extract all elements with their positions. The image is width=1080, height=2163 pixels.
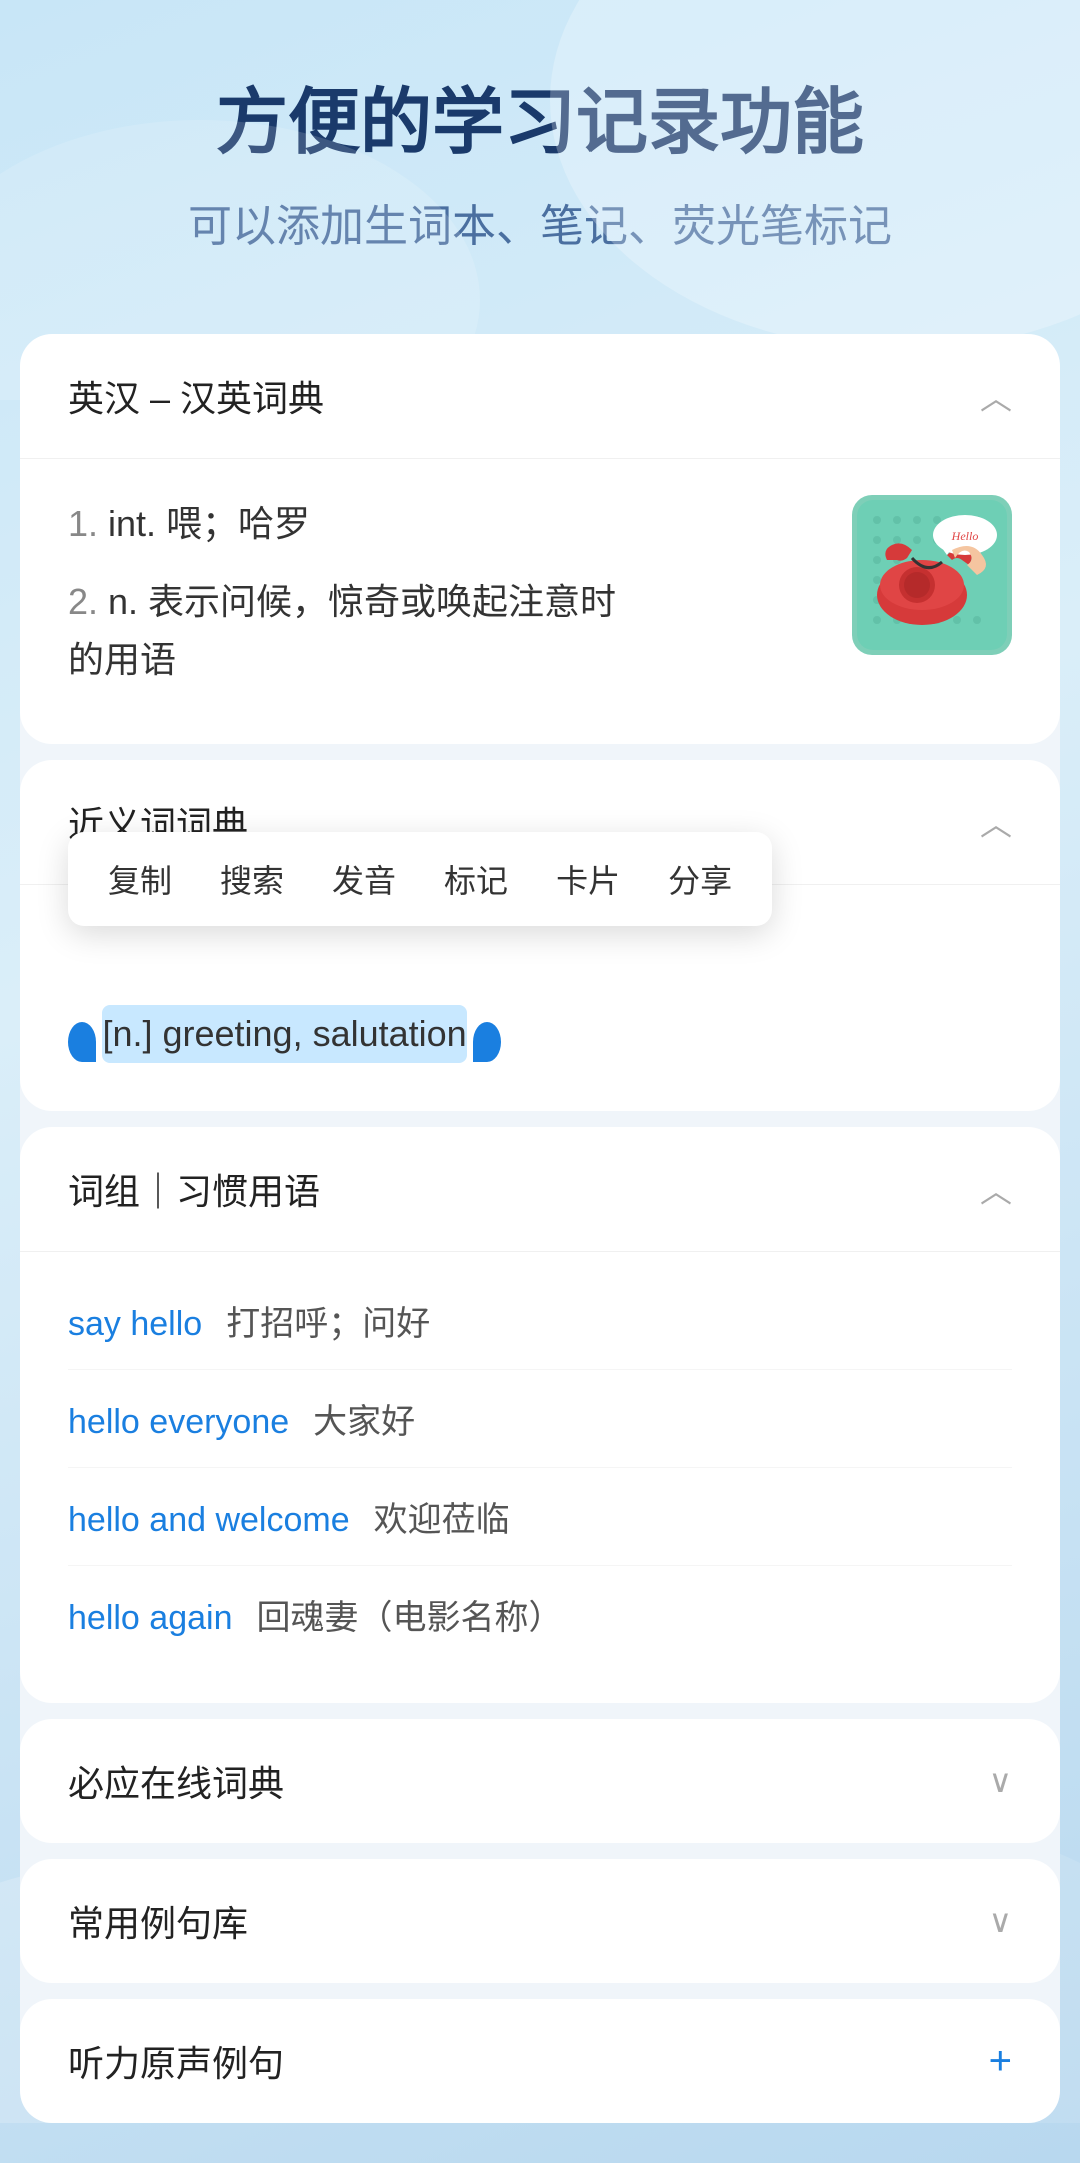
definition-content: 1. int. 喂；哈罗 2. n. 表示问候，惊奇或唤起注意时的用语 bbox=[20, 459, 1060, 744]
phrase-section: 词组｜习惯用语 ︿ say hello 打招呼；问好 hello everyon… bbox=[20, 1127, 1060, 1703]
phrase-item-hello-welcome[interactable]: hello and welcome 欢迎莅临 bbox=[68, 1468, 1012, 1566]
english-dict-section: 英汉 – 汉英词典 ︿ 1. int. 喂；哈罗 2. n. 表示问候，惊奇或唤… bbox=[20, 334, 1060, 744]
context-menu-share[interactable]: 分享 bbox=[668, 856, 732, 902]
context-menu-mark[interactable]: 标记 bbox=[444, 856, 508, 902]
example-header[interactable]: 常用例句库 ∨ bbox=[20, 1859, 1060, 1983]
main-title: 方便的学习记录功能 bbox=[60, 80, 1020, 166]
synonym-chevron-up-icon: ︿ bbox=[980, 799, 1012, 845]
header-section: 方便的学习记录功能 可以添加生词本、笔记、荧光笔标记 bbox=[0, 0, 1080, 314]
definition-item-2: 2. n. 表示问候，惊奇或唤起注意时的用语 bbox=[68, 573, 828, 688]
sub-title: 可以添加生词本、笔记、荧光笔标记 bbox=[60, 190, 1020, 254]
hello-image: Hello bbox=[852, 495, 1012, 655]
phrase-en-hello-everyone: hello everyone bbox=[68, 1403, 289, 1442]
synonym-section: 近义词词典 ︿ 复制 搜索 发音 标记 卡片 分享 [n.] greeting,… bbox=[20, 760, 1060, 1111]
text-cursor-right bbox=[473, 1022, 501, 1062]
phrase-zh-hello-again: 回魂妻（电影名称） bbox=[256, 1590, 562, 1639]
text-cursor-left bbox=[68, 1022, 96, 1062]
phrase-item-hello-again[interactable]: hello again 回魂妻（电影名称） bbox=[68, 1566, 1012, 1663]
phrase-zh-hello-welcome: 欢迎莅临 bbox=[374, 1492, 510, 1541]
phrase-en-say-hello: say hello bbox=[68, 1305, 202, 1344]
listening-title: 听力原声例句 bbox=[68, 2035, 284, 2087]
english-dict-chevron-up-icon: ︿ bbox=[980, 373, 1012, 419]
phrase-chevron-up-icon: ︿ bbox=[980, 1166, 1012, 1212]
example-chevron-down-icon: ∨ bbox=[989, 1902, 1012, 1940]
listening-section: 听力原声例句 + bbox=[20, 1999, 1060, 2123]
bidu-dict-chevron-down-icon: ∨ bbox=[989, 1762, 1012, 1800]
context-menu-pronounce[interactable]: 发音 bbox=[332, 856, 396, 902]
bidu-dict-header[interactable]: 必应在线词典 ∨ bbox=[20, 1719, 1060, 1843]
phrase-item-say-hello[interactable]: say hello 打招呼；问好 bbox=[68, 1272, 1012, 1370]
context-menu: 复制 搜索 发音 标记 卡片 分享 bbox=[68, 832, 772, 926]
phrase-header[interactable]: 词组｜习惯用语 ︿ bbox=[20, 1127, 1060, 1252]
definition-text: 1. int. 喂；哈罗 2. n. 表示问候，惊奇或唤起注意时的用语 bbox=[68, 495, 828, 708]
context-menu-card[interactable]: 卡片 bbox=[556, 856, 620, 902]
svg-text:Hello: Hello bbox=[951, 529, 979, 543]
example-section: 常用例句库 ∨ bbox=[20, 1859, 1060, 1983]
example-title: 常用例句库 bbox=[68, 1895, 248, 1947]
phrase-en-hello-welcome: hello and welcome bbox=[68, 1501, 350, 1540]
synonym-highlighted-text: [n.] greeting, salutation bbox=[102, 1005, 466, 1063]
phrase-zh-hello-everyone: 大家好 bbox=[313, 1394, 415, 1443]
definition-item-1: 1. int. 喂；哈罗 bbox=[68, 495, 828, 553]
phrase-item-hello-everyone[interactable]: hello everyone 大家好 bbox=[68, 1370, 1012, 1468]
phrase-zh-say-hello: 打招呼；问好 bbox=[226, 1296, 430, 1345]
phrase-en-hello-again: hello again bbox=[68, 1599, 232, 1638]
phrase-title: 词组｜习惯用语 bbox=[68, 1163, 320, 1215]
bidu-dict-section: 必应在线词典 ∨ bbox=[20, 1719, 1060, 1843]
listening-header[interactable]: 听力原声例句 + bbox=[20, 1999, 1060, 2123]
context-menu-copy[interactable]: 复制 bbox=[108, 856, 172, 902]
bidu-dict-title: 必应在线词典 bbox=[68, 1755, 284, 1807]
context-menu-search[interactable]: 搜索 bbox=[220, 856, 284, 902]
english-dict-header[interactable]: 英汉 – 汉英词典 ︿ bbox=[20, 334, 1060, 459]
listening-plus-icon[interactable]: + bbox=[989, 2039, 1012, 2084]
phrase-list: say hello 打招呼；问好 hello everyone 大家好 hell… bbox=[20, 1252, 1060, 1703]
main-card: 英汉 – 汉英词典 ︿ 1. int. 喂；哈罗 2. n. 表示问候，惊奇或唤… bbox=[20, 334, 1060, 2123]
english-dict-title: 英汉 – 汉英词典 bbox=[68, 370, 324, 422]
